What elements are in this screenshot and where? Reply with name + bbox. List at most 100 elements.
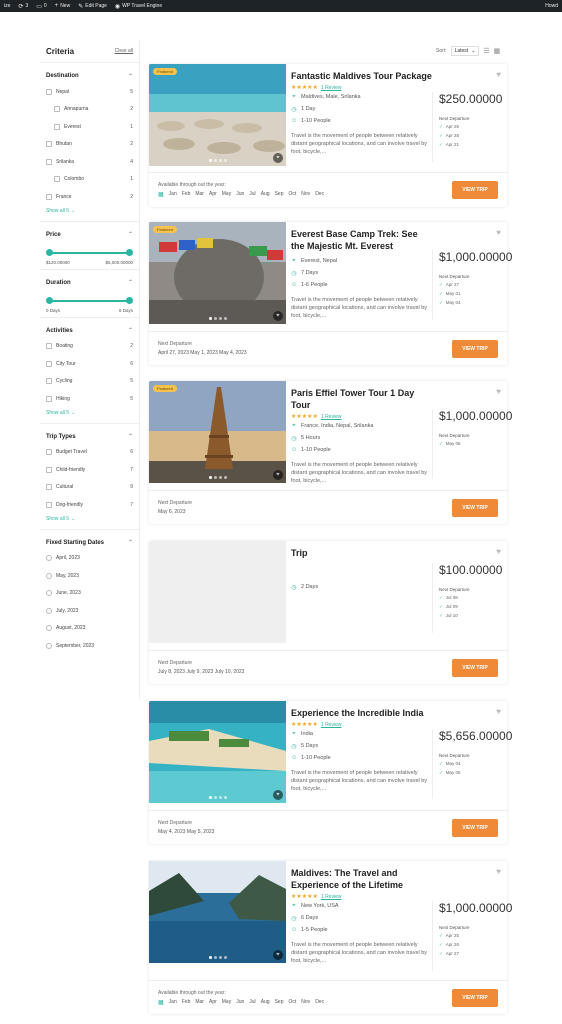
date-option[interactable]: June, 2023 [46, 585, 133, 603]
trip-title[interactable]: Maldives: The Travel and Experience of t… [291, 867, 433, 891]
date-option[interactable]: April, 2023 [46, 550, 133, 568]
admin-bar-edit[interactable]: ✎ Edit Page [78, 3, 107, 10]
checkbox[interactable] [46, 378, 52, 385]
destination-option[interactable]: Colombo 1 [46, 171, 133, 189]
carousel-dots[interactable] [149, 956, 286, 959]
checkbox[interactable] [46, 484, 52, 491]
checkbox[interactable] [46, 360, 52, 367]
review-link[interactable]: 1 Review [321, 414, 342, 420]
wishlist-heart-icon[interactable]: ♥ [496, 547, 501, 556]
activity-option[interactable]: Hiking 5 [46, 390, 133, 408]
admin-bar-new[interactable]: + New [55, 3, 71, 9]
checkbox[interactable] [46, 193, 52, 200]
date-option[interactable]: September, 2023 [46, 637, 133, 655]
checkbox[interactable] [46, 395, 52, 402]
show-all-activities-link[interactable]: Show all 5 ⌄ [46, 408, 133, 419]
admin-bar-updates[interactable]: ⟳ 3 [18, 3, 28, 10]
carousel-dots[interactable] [149, 159, 286, 162]
admin-bar-site[interactable]: ize [4, 3, 10, 9]
map-pin-icon[interactable]: ⌖ [273, 311, 283, 321]
checkbox[interactable] [46, 449, 52, 456]
wishlist-heart-icon[interactable]: ♥ [496, 707, 501, 716]
carousel-dots[interactable] [149, 317, 286, 320]
price-slider[interactable] [46, 246, 133, 264]
duration-slider[interactable] [46, 294, 133, 312]
trip-title[interactable]: Fantastic Maldives Tour Package [291, 70, 433, 82]
review-link[interactable]: 1 Review [321, 894, 342, 900]
destination-filter-header[interactable]: Destination ⌃ [46, 69, 133, 83]
clear-all-link[interactable]: Clear all [115, 48, 133, 54]
destination-option[interactable]: Everest 1 [46, 118, 133, 136]
radio[interactable] [46, 590, 52, 597]
fixed-dates-filter-header[interactable]: Fixed Starting Dates ⌃ [46, 536, 133, 550]
checkbox[interactable] [46, 466, 52, 473]
activity-option[interactable]: City Tour 6 [46, 355, 133, 373]
checkbox[interactable] [46, 158, 52, 165]
slider-min-handle[interactable] [46, 296, 53, 304]
carousel-dots[interactable] [149, 796, 286, 799]
date-option[interactable]: May, 2023 [46, 567, 133, 585]
view-trip-button[interactable]: VIEW TRIP [452, 658, 498, 677]
trip-image[interactable]: Featured ⌖ [149, 222, 286, 324]
trip-image[interactable]: ⌖ [149, 861, 286, 963]
chevron-up-icon[interactable]: ⌃ [128, 279, 133, 286]
checkbox[interactable] [54, 176, 60, 183]
radio[interactable] [46, 625, 52, 632]
slider-max-handle[interactable] [126, 248, 133, 256]
list-view-icon[interactable]: ☰ [483, 47, 489, 55]
checkbox[interactable] [46, 501, 52, 508]
trip-title[interactable]: Experience the Incredible India [291, 707, 433, 719]
chevron-up-icon[interactable]: ⌃ [128, 327, 133, 334]
trip-types-filter-header[interactable]: Trip Types ⌃ [46, 430, 133, 444]
map-pin-icon[interactable]: ⌖ [273, 950, 283, 960]
carousel-dots[interactable] [149, 476, 286, 479]
view-trip-button[interactable]: VIEW TRIP [452, 180, 498, 199]
trip-type-option[interactable]: Child-friendly 7 [46, 461, 133, 479]
activity-option[interactable]: Boating 2 [46, 338, 133, 356]
admin-bar-plugin[interactable]: ◉ WP Travel Engine [115, 3, 162, 10]
chevron-up-icon[interactable]: ⌃ [128, 231, 133, 238]
wishlist-heart-icon[interactable]: ♥ [496, 867, 501, 876]
view-trip-button[interactable]: VIEW TRIP [452, 339, 498, 358]
activities-filter-header[interactable]: Activities ⌃ [46, 324, 133, 338]
slider-min-handle[interactable] [46, 248, 53, 256]
wishlist-heart-icon[interactable]: ♥ [496, 70, 501, 79]
wishlist-heart-icon[interactable]: ♥ [496, 228, 501, 237]
review-link[interactable]: 1 Review [321, 722, 342, 728]
destination-option[interactable]: France 2 [46, 188, 133, 206]
wishlist-heart-icon[interactable]: ♥ [496, 387, 501, 396]
map-pin-icon[interactable]: ⌖ [273, 470, 283, 480]
activity-option[interactable]: Cycling 5 [46, 373, 133, 391]
trip-type-option[interactable]: Cultural 9 [46, 479, 133, 497]
date-option[interactable]: August, 2023 [46, 620, 133, 638]
chevron-up-icon[interactable]: ⌃ [128, 73, 133, 80]
destination-option[interactable]: Annapurna 2 [46, 101, 133, 119]
price-filter-header[interactable]: Price ⌃ [46, 228, 133, 242]
trip-image[interactable]: ⌖ [149, 701, 286, 803]
checkbox[interactable] [46, 88, 52, 95]
checkbox[interactable] [46, 343, 52, 350]
trip-image[interactable]: Featured ⌖ [149, 381, 286, 483]
chevron-up-icon[interactable]: ⌃ [128, 539, 133, 546]
destination-option[interactable]: Nepal 5 [46, 83, 133, 101]
map-pin-icon[interactable]: ⌖ [273, 153, 283, 163]
trip-title[interactable]: Everest Base Camp Trek: See the Majestic… [291, 228, 433, 252]
destination-option[interactable]: Srilanka 4 [46, 153, 133, 171]
radio[interactable] [46, 555, 52, 562]
trip-title[interactable]: Trip [291, 547, 433, 559]
trip-image-placeholder[interactable] [149, 541, 286, 643]
trip-type-option[interactable]: Dog-friendly 7 [46, 496, 133, 514]
duration-filter-header[interactable]: Duration ⌃ [46, 276, 133, 290]
show-all-trip-types-link[interactable]: Show all 5 ⌄ [46, 514, 133, 525]
radio[interactable] [46, 607, 52, 614]
destination-option[interactable]: Bhutan 2 [46, 136, 133, 154]
checkbox[interactable] [54, 123, 60, 130]
view-trip-button[interactable]: VIEW TRIP [452, 988, 498, 1007]
grid-view-icon[interactable]: ▦ [494, 47, 501, 55]
radio[interactable] [46, 572, 52, 579]
view-trip-button[interactable]: VIEW TRIP [452, 498, 498, 517]
sort-select[interactable]: Latest ⌄ [450, 46, 480, 56]
radio[interactable] [46, 642, 52, 649]
trip-image[interactable]: Featured ⌖ [149, 64, 286, 166]
date-option[interactable]: July, 2023 [46, 602, 133, 620]
